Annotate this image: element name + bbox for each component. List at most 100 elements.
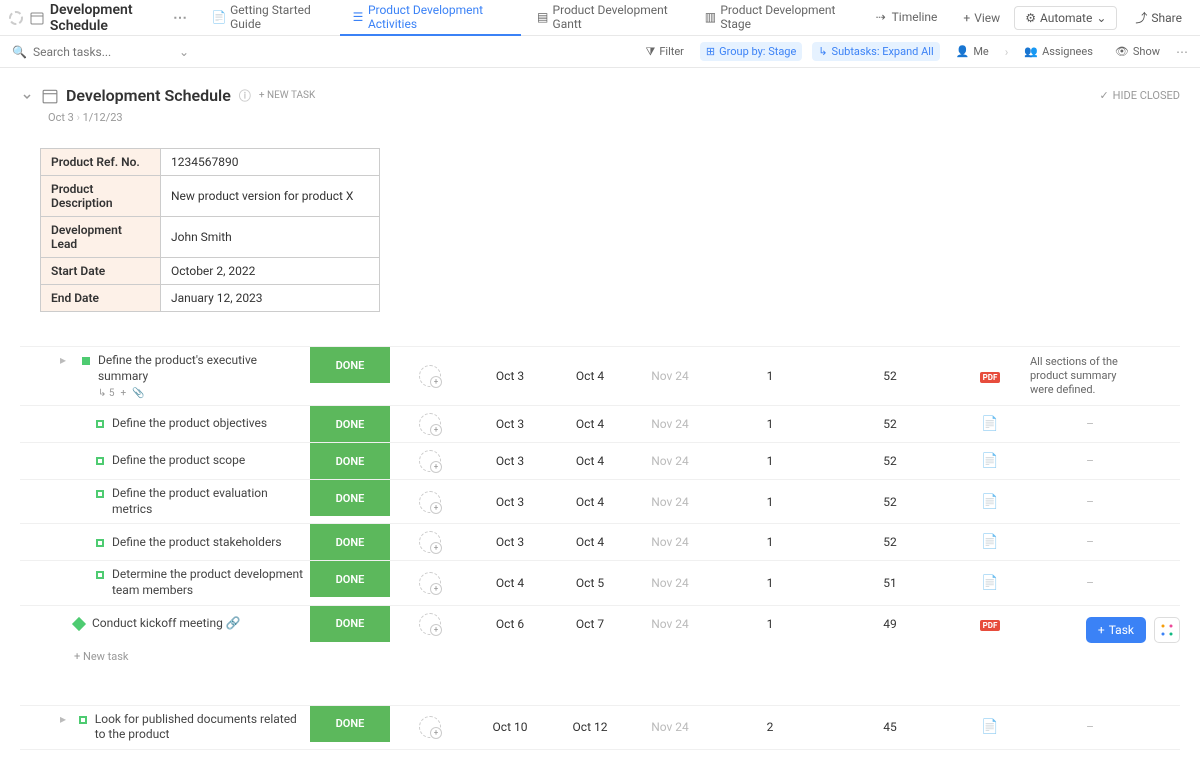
assignee-cell[interactable] bbox=[390, 716, 470, 738]
share-button[interactable]: ⤴Share bbox=[1125, 5, 1192, 30]
new-task-button[interactable]: + NEW TASK bbox=[259, 90, 315, 101]
subtask-count[interactable]: ↳ 5 bbox=[98, 388, 114, 399]
eye-icon: 👁 bbox=[1115, 45, 1129, 58]
list-icon: ☰ bbox=[352, 10, 364, 24]
status-badge[interactable]: DONE bbox=[310, 347, 390, 383]
due-date[interactable]: Oct 4 bbox=[550, 369, 630, 383]
act-duration: 52 bbox=[830, 454, 950, 468]
search-icon: 🔍 bbox=[12, 45, 27, 59]
info-table: Product Ref. No.1234567890 Product Descr… bbox=[40, 148, 380, 312]
start-date[interactable]: Oct 10 bbox=[470, 720, 550, 734]
expand-icon[interactable]: ▸ bbox=[60, 712, 71, 726]
timeline-icon: ⇢ bbox=[874, 10, 888, 24]
task-row[interactable]: ▸Look for published documents related to… bbox=[20, 705, 1180, 750]
start-date[interactable]: Oct 3 bbox=[470, 535, 550, 549]
tab-gantt[interactable]: ▤Product Development Gantt bbox=[525, 0, 689, 36]
status-square-icon bbox=[96, 490, 104, 498]
attachment-cell[interactable]: PDF bbox=[950, 617, 1030, 631]
more-icon[interactable]: ⋯ bbox=[173, 10, 187, 26]
chevron-down-icon[interactable]: ⌄ bbox=[179, 45, 189, 59]
attachment-cell[interactable]: 📄 bbox=[950, 494, 1030, 510]
task-row[interactable]: Define the product scopeDONEOct 3Oct 4No… bbox=[20, 442, 1180, 479]
start-date[interactable]: Oct 3 bbox=[470, 369, 550, 383]
due-date[interactable]: Oct 4 bbox=[550, 454, 630, 468]
tab-getting-started[interactable]: 📄Getting Started Guide bbox=[200, 0, 336, 36]
assignee-cell[interactable] bbox=[390, 572, 470, 594]
status-badge[interactable]: DONE bbox=[310, 606, 390, 642]
est-duration: 1 bbox=[710, 576, 830, 590]
attachment-icon[interactable]: 📎 bbox=[132, 388, 144, 399]
start-date[interactable]: Oct 3 bbox=[470, 417, 550, 431]
start-date[interactable]: Oct 3 bbox=[470, 495, 550, 509]
attachment-cell[interactable]: PDF bbox=[950, 369, 1030, 383]
status-badge[interactable]: DONE bbox=[310, 443, 390, 479]
table-row: Product DescriptionNew product version f… bbox=[41, 176, 380, 217]
subtasks-button[interactable]: ↳Subtasks: Expand All bbox=[812, 42, 939, 61]
assignee-cell[interactable] bbox=[390, 365, 470, 387]
due-date[interactable]: Oct 4 bbox=[550, 417, 630, 431]
more-icon[interactable]: ⋯ bbox=[1176, 45, 1188, 59]
hide-closed-button[interactable]: ✓HIDE CLOSED bbox=[1099, 89, 1180, 102]
task-row[interactable]: Define the product evaluation metricsDON… bbox=[20, 479, 1180, 523]
file-icon: 📄 bbox=[981, 575, 998, 591]
assignee-cell[interactable] bbox=[390, 531, 470, 553]
status-badge[interactable]: DONE bbox=[310, 561, 390, 597]
due-date[interactable]: Oct 4 bbox=[550, 495, 630, 509]
expand-icon[interactable]: ▸ bbox=[60, 353, 74, 367]
show-button[interactable]: 👁Show bbox=[1109, 42, 1166, 61]
task-row[interactable]: Define the product stakeholders DONE Oct 3… bbox=[20, 523, 1180, 560]
assignees-button[interactable]: 👥Assignees bbox=[1018, 42, 1099, 61]
remarks: – bbox=[1030, 535, 1150, 549]
task-row[interactable]: Conduct kickoff meeting 🔗DONEOct 6Oct 7N… bbox=[20, 605, 1180, 642]
doc-title[interactable]: Development Schedule⋯ bbox=[50, 2, 187, 34]
info-icon[interactable]: ⓘ bbox=[239, 87, 251, 104]
new-task-fab[interactable]: +Task bbox=[1086, 617, 1146, 643]
task-row[interactable]: Determine the product development team m… bbox=[20, 560, 1180, 604]
task-name: Conduct kickoff meeting 🔗 bbox=[92, 616, 241, 632]
subtask-icon: ↳ bbox=[818, 45, 827, 58]
assignee-cell[interactable] bbox=[390, 413, 470, 435]
task-name: Define the product stakeholders bbox=[112, 535, 282, 551]
status-badge[interactable]: DONE bbox=[310, 706, 390, 742]
attachment-cell[interactable]: 📄 bbox=[950, 453, 1030, 469]
status-badge[interactable]: DONE bbox=[310, 406, 390, 442]
start-date[interactable]: Oct 3 bbox=[470, 454, 550, 468]
add-subtask[interactable]: + bbox=[120, 388, 126, 399]
automate-button[interactable]: ⚙Automate⌄ bbox=[1014, 6, 1117, 30]
collapse-icon[interactable] bbox=[20, 89, 34, 103]
date-closed: Nov 24 bbox=[630, 576, 710, 590]
tab-stage[interactable]: ▥Product Development Stage bbox=[693, 0, 858, 36]
add-task-row[interactable]: + New task bbox=[20, 642, 1180, 671]
task-row[interactable]: ▸Define the product's executive summary↳… bbox=[20, 346, 1180, 405]
me-button[interactable]: 👤Me bbox=[950, 42, 995, 61]
add-view-button[interactable]: +View bbox=[953, 11, 1010, 25]
status-badge[interactable]: DONE bbox=[310, 524, 390, 560]
tab-timeline[interactable]: ⇢Timeline bbox=[862, 0, 950, 36]
task-row[interactable]: Define the product objectivesDONEOct 3Oc… bbox=[20, 405, 1180, 442]
doc-icon: 📄 bbox=[212, 10, 226, 24]
act-duration: 52 bbox=[830, 369, 950, 383]
act-duration: 51 bbox=[830, 576, 950, 590]
assignee-cell[interactable] bbox=[390, 450, 470, 472]
table-row: Start DateOctober 2, 2022 bbox=[41, 258, 380, 285]
apps-button[interactable] bbox=[1154, 617, 1180, 643]
attachment-cell[interactable]: 📄 bbox=[950, 416, 1030, 432]
attachment-cell[interactable]: 📄 bbox=[950, 575, 1030, 591]
task-name: Define the product scope bbox=[112, 453, 245, 469]
search-input[interactable]: 🔍 ⌄ bbox=[12, 45, 630, 59]
status-badge[interactable]: DONE bbox=[310, 480, 390, 516]
groupby-button[interactable]: ⊞Group by: Stage bbox=[700, 42, 802, 61]
tab-activities[interactable]: ☰Product Development Activities bbox=[340, 0, 521, 36]
due-date[interactable]: Oct 4 bbox=[550, 535, 630, 549]
assignee-cell[interactable] bbox=[390, 491, 470, 513]
due-date[interactable]: Oct 12 bbox=[550, 720, 630, 734]
task-name: Determine the product development team m… bbox=[112, 567, 310, 598]
assignee-cell[interactable] bbox=[390, 613, 470, 635]
start-date[interactable]: Oct 4 bbox=[470, 576, 550, 590]
filter-button[interactable]: ⧩Filter bbox=[640, 42, 690, 62]
start-date[interactable]: Oct 6 bbox=[470, 617, 550, 631]
attachment-cell[interactable]: 📄 bbox=[950, 534, 1030, 550]
attachment-cell[interactable]: 📄 bbox=[950, 719, 1030, 735]
due-date[interactable]: Oct 5 bbox=[550, 576, 630, 590]
due-date[interactable]: Oct 7 bbox=[550, 617, 630, 631]
